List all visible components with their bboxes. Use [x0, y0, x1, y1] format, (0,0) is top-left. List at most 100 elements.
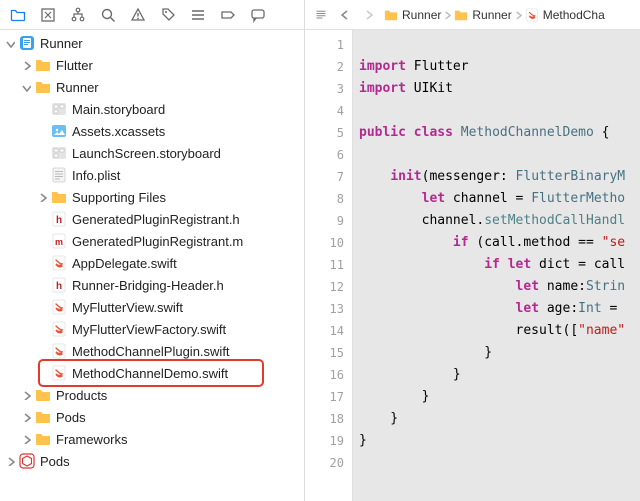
code-content[interactable]: import Flutterimport UIKit public class … — [353, 30, 640, 501]
file-tree-item[interactable]: Frameworks — [0, 428, 304, 450]
code-line[interactable]: import UIKit — [359, 78, 640, 100]
debug-navigator-tab[interactable] — [184, 3, 212, 27]
code-line[interactable]: } — [359, 386, 640, 408]
line-number: 18 — [305, 408, 344, 430]
file-tree-item-label: Pods — [40, 454, 70, 469]
line-number: 2 — [305, 56, 344, 78]
file-tree-item-label: AppDelegate.swift — [72, 256, 177, 271]
code-line[interactable]: } — [359, 430, 640, 452]
code-line[interactable] — [359, 34, 640, 56]
chevron-right-icon[interactable] — [20, 389, 32, 401]
file-tree-item[interactable]: Flutter — [0, 54, 304, 76]
code-line[interactable]: import Flutter — [359, 56, 640, 78]
navigator-toolbar — [0, 0, 304, 30]
code-line[interactable]: } — [359, 364, 640, 386]
breadcrumb-item[interactable]: Runner — [453, 7, 511, 23]
file-tree-item-label: MyFlutterViewFactory.swift — [72, 322, 226, 337]
jump-bar: Runner Runner MethodCha — [305, 0, 640, 30]
code-line[interactable]: channel.setMethodCallHandl — [359, 210, 640, 232]
line-number: 5 — [305, 122, 344, 144]
line-number-gutter: 1234567891011121314151617181920 — [305, 30, 353, 501]
chevron-right-icon[interactable] — [20, 411, 32, 423]
file-tree-item-label: Frameworks — [56, 432, 128, 447]
line-number: 14 — [305, 320, 344, 342]
code-line[interactable]: public class MethodChannelDemo { — [359, 122, 640, 144]
chevron-right-icon[interactable] — [20, 59, 32, 71]
file-tree-item[interactable]: MethodChannelDemo.swift — [0, 362, 304, 384]
chevron-right-icon — [514, 8, 522, 22]
code-line[interactable] — [359, 144, 640, 166]
file-tree-item[interactable]: Pods — [0, 450, 304, 472]
line-number: 12 — [305, 276, 344, 298]
editor-panel: Runner Runner MethodCha 123456789101112131… — [305, 0, 640, 501]
code-line[interactable] — [359, 452, 640, 474]
chevron-down-icon[interactable] — [4, 37, 16, 49]
file-tree-item[interactable]: Supporting Files — [0, 186, 304, 208]
test-navigator-tab[interactable] — [154, 3, 182, 27]
file-tree-item[interactable]: Pods — [0, 406, 304, 428]
nav-back-button[interactable] — [335, 5, 355, 25]
file-tree-item[interactable]: AppDelegate.swift — [0, 252, 304, 274]
project-navigator-tab[interactable] — [4, 3, 32, 27]
header-icon — [50, 210, 68, 228]
file-tree-item-label: GeneratedPluginRegistrant.m — [72, 234, 243, 249]
code-line[interactable]: if let dict = call — [359, 254, 640, 276]
breadcrumb-item[interactable]: MethodCha — [524, 7, 605, 23]
file-tree-item-label: Supporting Files — [72, 190, 166, 205]
code-line[interactable]: if (call.method == "se — [359, 232, 640, 254]
chevron-right-icon — [443, 8, 451, 22]
report-navigator-tab[interactable] — [244, 3, 272, 27]
nav-forward-button[interactable] — [359, 5, 379, 25]
file-tree-item[interactable]: Main.storyboard — [0, 98, 304, 120]
editor-menu-icon[interactable] — [311, 5, 331, 25]
file-tree-item[interactable]: MethodChannelPlugin.swift — [0, 340, 304, 362]
line-number: 8 — [305, 188, 344, 210]
file-tree-item-label: GeneratedPluginRegistrant.h — [72, 212, 240, 227]
file-tree-item-label: Pods — [56, 410, 86, 425]
breadcrumb-item[interactable]: Runner — [383, 7, 441, 23]
file-tree-item[interactable]: MyFlutterView.swift — [0, 296, 304, 318]
file-tree-item[interactable]: Runner-Bridging-Header.h — [0, 274, 304, 296]
find-navigator-tab[interactable] — [94, 3, 122, 27]
chevron-right-icon[interactable] — [36, 191, 48, 203]
folder-icon — [34, 56, 52, 74]
code-line[interactable]: let name:Strin — [359, 276, 640, 298]
file-tree-item[interactable]: Products — [0, 384, 304, 406]
file-tree-item-label: Runner-Bridging-Header.h — [72, 278, 224, 293]
source-control-tab[interactable] — [34, 3, 62, 27]
file-tree-item-label: Main.storyboard — [72, 102, 165, 117]
code-line[interactable]: result(["name" — [359, 320, 640, 342]
line-number: 10 — [305, 232, 344, 254]
swift-icon — [50, 254, 68, 272]
line-number: 4 — [305, 100, 344, 122]
file-tree-item[interactable]: Info.plist — [0, 164, 304, 186]
line-number: 20 — [305, 452, 344, 474]
code-line[interactable]: } — [359, 342, 640, 364]
file-tree-item[interactable]: Runner — [0, 32, 304, 54]
file-tree-item[interactable]: Assets.xcassets — [0, 120, 304, 142]
assets-icon — [50, 122, 68, 140]
code-line[interactable] — [359, 100, 640, 122]
file-tree-item[interactable]: MyFlutterViewFactory.swift — [0, 318, 304, 340]
code-editor[interactable]: 1234567891011121314151617181920 import F… — [305, 30, 640, 501]
chevron-right-icon[interactable] — [20, 433, 32, 445]
code-line[interactable]: let channel = FlutterMetho — [359, 188, 640, 210]
symbol-navigator-tab[interactable] — [64, 3, 92, 27]
file-tree-item[interactable]: LaunchScreen.storyboard — [0, 142, 304, 164]
folder-icon — [50, 188, 68, 206]
code-line[interactable]: let age:Int = — [359, 298, 640, 320]
chevron-right-icon[interactable] — [4, 455, 16, 467]
breakpoint-navigator-tab[interactable] — [214, 3, 242, 27]
chevron-down-icon[interactable] — [20, 81, 32, 93]
file-tree-item[interactable]: Runner — [0, 76, 304, 98]
file-tree-item-label: Runner — [40, 36, 83, 51]
file-tree-item[interactable]: GeneratedPluginRegistrant.m — [0, 230, 304, 252]
code-line[interactable]: init(messenger: FlutterBinaryM — [359, 166, 640, 188]
file-tree-item[interactable]: GeneratedPluginRegistrant.h — [0, 208, 304, 230]
file-tree-item-label: Products — [56, 388, 107, 403]
file-tree[interactable]: RunnerFlutterRunnerMain.storyboardAssets… — [0, 30, 304, 501]
breadcrumb[interactable]: Runner Runner MethodCha — [383, 7, 605, 23]
issue-navigator-tab[interactable] — [124, 3, 152, 27]
code-line[interactable]: } — [359, 408, 640, 430]
swift-icon — [50, 298, 68, 316]
